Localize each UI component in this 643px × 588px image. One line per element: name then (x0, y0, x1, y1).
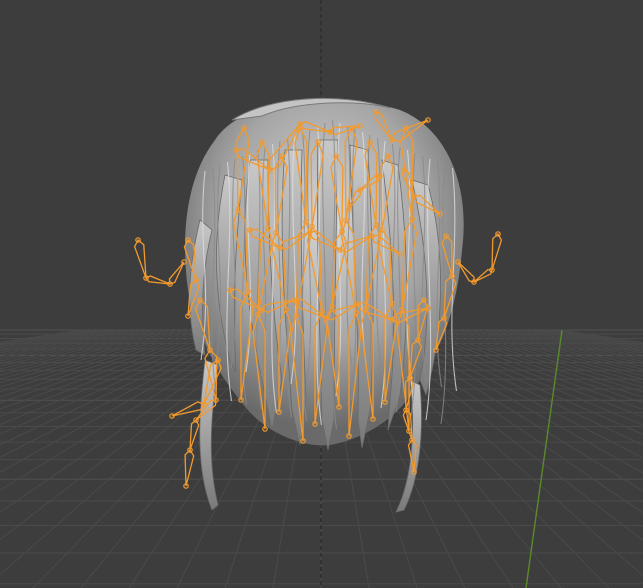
bone[interactable] (491, 232, 503, 271)
hair-strand (199, 359, 219, 511)
bone[interactable] (168, 261, 185, 285)
grid-line (506, 329, 643, 358)
grid-line (404, 329, 643, 435)
hair-mesh[interactable] (185, 97, 464, 513)
grid-line (0, 329, 130, 356)
grid-line (0, 329, 112, 350)
grid-line (500, 329, 643, 360)
grid-line (0, 329, 214, 404)
grid-line (0, 329, 106, 349)
grid-line (428, 329, 643, 404)
grid-line (434, 329, 643, 398)
grid-line (0, 329, 208, 398)
bone[interactable] (133, 238, 147, 279)
bone[interactable] (144, 275, 171, 285)
grid-line (530, 329, 643, 351)
3d-viewport[interactable] (0, 0, 643, 588)
bone[interactable] (473, 268, 493, 283)
viewport-scene[interactable] (0, 0, 643, 588)
bone[interactable] (457, 261, 475, 283)
grid-line (0, 329, 136, 358)
grid-line (398, 329, 643, 446)
